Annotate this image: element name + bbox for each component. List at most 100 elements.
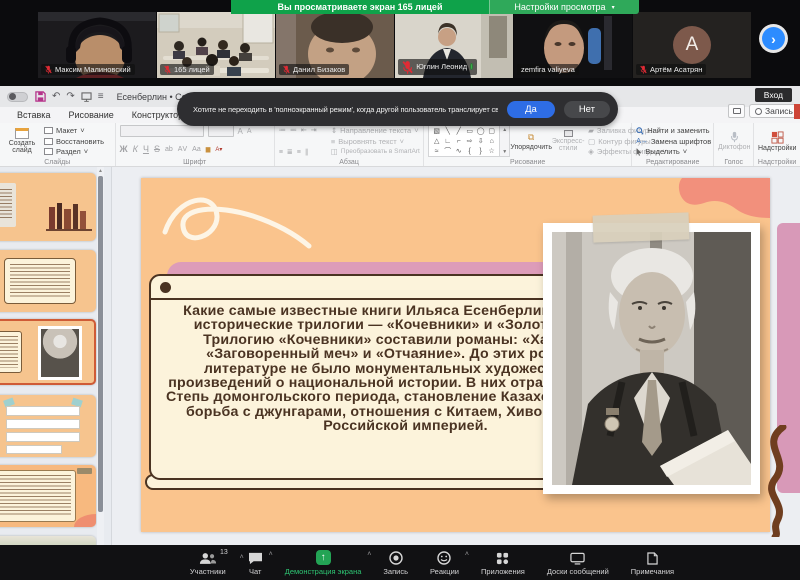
- thumbnail-scrollbar[interactable]: ▲: [97, 167, 104, 545]
- quick-styles-button[interactable]: Экспресс-стили: [552, 125, 584, 157]
- notes-button[interactable]: Примечания: [631, 550, 674, 576]
- smartart-button[interactable]: ◫Преобразовать в SmartArt: [331, 147, 420, 156]
- participant-tile-3[interactable]: Данил Бизаков: [276, 12, 394, 78]
- chevron-up-icon[interactable]: ˄: [367, 551, 371, 558]
- participant-tile-5[interactable]: zemfira valiyeva: [514, 12, 632, 78]
- shapes-gallery[interactable]: ▧ ╲ ╱ ▭ ◯ ▢ △ ∟ ⌐ ⇨ ⇩ ⌂ ≈ ⌒ ∿: [428, 125, 500, 157]
- autosave-toggle[interactable]: [7, 92, 28, 102]
- font-name-combobox[interactable]: [120, 125, 204, 137]
- chevron-up-icon[interactable]: ˄: [240, 554, 244, 561]
- scroll-up-icon[interactable]: ▲: [502, 127, 507, 133]
- addins-button[interactable]: Надстройки: [758, 125, 796, 157]
- indent-less-icon[interactable]: ⇤: [301, 126, 307, 134]
- align-center-icon[interactable]: ≣: [287, 148, 293, 156]
- italic-button[interactable]: К: [133, 144, 138, 154]
- shape-icon-line[interactable]: ╲: [442, 127, 453, 137]
- chevron-up-icon[interactable]: ˄: [269, 551, 273, 558]
- shape-icon-brace-left[interactable]: {: [464, 147, 475, 157]
- redo-icon[interactable]: ↷: [66, 92, 74, 102]
- whiteboards-button[interactable]: Доски сообщений: [547, 550, 609, 576]
- arrange-button[interactable]: ⧉ Упорядочить: [514, 125, 548, 157]
- qat-more-icon[interactable]: ≡: [98, 92, 104, 102]
- chevron-up-icon[interactable]: ˄: [465, 551, 469, 558]
- shape-icon-home[interactable]: ⌂: [486, 137, 497, 147]
- scrollbar-thumb[interactable]: [98, 176, 103, 512]
- shape-icon-brace-right[interactable]: }: [475, 147, 486, 157]
- numbering-icon[interactable]: ≕: [290, 126, 297, 134]
- shape-icon-arrow-line[interactable]: ╱: [453, 127, 464, 137]
- save-icon[interactable]: [35, 91, 46, 102]
- participant-tile-6[interactable]: А Артём Асатрян: [633, 12, 751, 78]
- thumb-slide-2[interactable]: [0, 250, 96, 312]
- thumb-slide-1[interactable]: [0, 173, 96, 241]
- shape-icon-right-angle[interactable]: ∟: [442, 137, 453, 147]
- align-right-icon[interactable]: ≡: [297, 149, 301, 156]
- underline-button[interactable]: Ч: [143, 144, 149, 154]
- bold-button[interactable]: Ж: [120, 144, 128, 154]
- shape-icon-rounded-rect[interactable]: ▢: [486, 127, 497, 137]
- participants-button[interactable]: 13 Участники ˄: [190, 550, 226, 576]
- new-slide-button[interactable]: Создать слайд: [4, 125, 40, 157]
- next-participants-button[interactable]: ›: [762, 27, 785, 50]
- shape-icon-oval[interactable]: ◯: [475, 127, 486, 137]
- dictate-button[interactable]: Диктофон: [718, 125, 750, 157]
- shape-icon-curve[interactable]: ∿: [453, 147, 464, 157]
- shape-icon-rectangle[interactable]: ▭: [464, 127, 475, 137]
- present-icon[interactable]: [81, 92, 92, 102]
- reset-button[interactable]: Восстановить: [44, 137, 104, 146]
- tab-vstavka[interactable]: Вставка: [8, 108, 59, 122]
- indent-more-icon[interactable]: ⇥: [311, 126, 317, 134]
- participant-tile-2[interactable]: 165 лицей: [157, 12, 275, 78]
- shape-icon-scribble[interactable]: ≈: [431, 147, 442, 157]
- char-spacing-button[interactable]: АV: [178, 146, 187, 153]
- participant-tile-1[interactable]: Максим Малиновский: [38, 12, 156, 78]
- shape-icon-arrow-right[interactable]: ⇨: [464, 137, 475, 147]
- scroll-down-icon[interactable]: ▼: [502, 149, 507, 155]
- shapes-scroll[interactable]: ▲ ▼: [500, 125, 510, 157]
- slide[interactable]: ‹ › Какие самые известные книги Ильяса Е…: [141, 178, 770, 532]
- shape-icon-triangle[interactable]: △: [431, 137, 442, 147]
- text-direction-button[interactable]: ⇕Направление текста˅: [331, 126, 420, 135]
- undo-icon[interactable]: ↶: [52, 92, 60, 102]
- signin-button[interactable]: Вход: [755, 88, 792, 102]
- shape-icon-textbox[interactable]: ▧: [431, 127, 442, 137]
- find-replace-button[interactable]: Найти и заменить: [636, 126, 711, 135]
- align-left-icon[interactable]: ≡: [279, 149, 283, 156]
- thumb-slide-3-selected[interactable]: [0, 319, 96, 385]
- dialog-no-button[interactable]: Нет: [564, 101, 610, 118]
- view-options-button[interactable]: Настройки просмотра ▾: [489, 0, 639, 14]
- portrait-photo[interactable]: [543, 223, 760, 494]
- scrollbar-up-icon[interactable]: ▲: [97, 167, 104, 175]
- shape-icon-arc[interactable]: ⌒: [442, 147, 453, 157]
- record-button[interactable]: Запись: [383, 550, 408, 576]
- change-case-button[interactable]: Аа: [192, 146, 201, 153]
- replace-fonts-button[interactable]: А↔ Замена шрифтов: [636, 137, 711, 146]
- grow-font-icon[interactable]: А: [238, 127, 243, 136]
- shadow-button[interactable]: ab: [165, 146, 173, 153]
- highlight-color-button[interactable]: ▆: [206, 146, 211, 153]
- layout-button[interactable]: Макет˅: [44, 126, 104, 135]
- shape-icon-arrow-down[interactable]: ⇩: [475, 137, 486, 147]
- shrink-font-icon[interactable]: А: [247, 128, 252, 135]
- section-button[interactable]: Раздел˅: [44, 147, 104, 156]
- dialog-yes-button[interactable]: Да: [507, 101, 555, 118]
- shape-icon-star[interactable]: ☆: [486, 147, 497, 157]
- share-screen-button[interactable]: ↑ Демонстрация экрана ˄: [285, 550, 362, 576]
- font-color-button[interactable]: А▾: [215, 146, 222, 153]
- participant-tile-4[interactable]: Юглин Леонид: [395, 12, 513, 78]
- thumb-slide-5[interactable]: [0, 465, 96, 527]
- thumb-slide-6[interactable]: [0, 536, 96, 545]
- shape-icon-elbow[interactable]: ⌐: [453, 137, 464, 147]
- bullets-icon[interactable]: ≔: [279, 126, 286, 134]
- reactions-button[interactable]: Реакции ˄: [430, 550, 459, 576]
- strikethrough-button[interactable]: S: [154, 144, 160, 154]
- tab-risovanie[interactable]: Рисование: [59, 108, 122, 122]
- select-button[interactable]: Выделить ˅: [636, 147, 711, 156]
- columns-icon[interactable]: ∥: [305, 148, 309, 156]
- chat-button[interactable]: Чат ˄: [248, 550, 263, 576]
- align-text-button[interactable]: ≡Выровнять текст˅: [331, 137, 420, 146]
- apps-button[interactable]: Приложения: [481, 550, 525, 576]
- font-size-combobox[interactable]: [208, 125, 234, 137]
- thumb-slide-4[interactable]: [0, 395, 96, 457]
- participant-name: Артём Асатрян: [650, 65, 702, 74]
